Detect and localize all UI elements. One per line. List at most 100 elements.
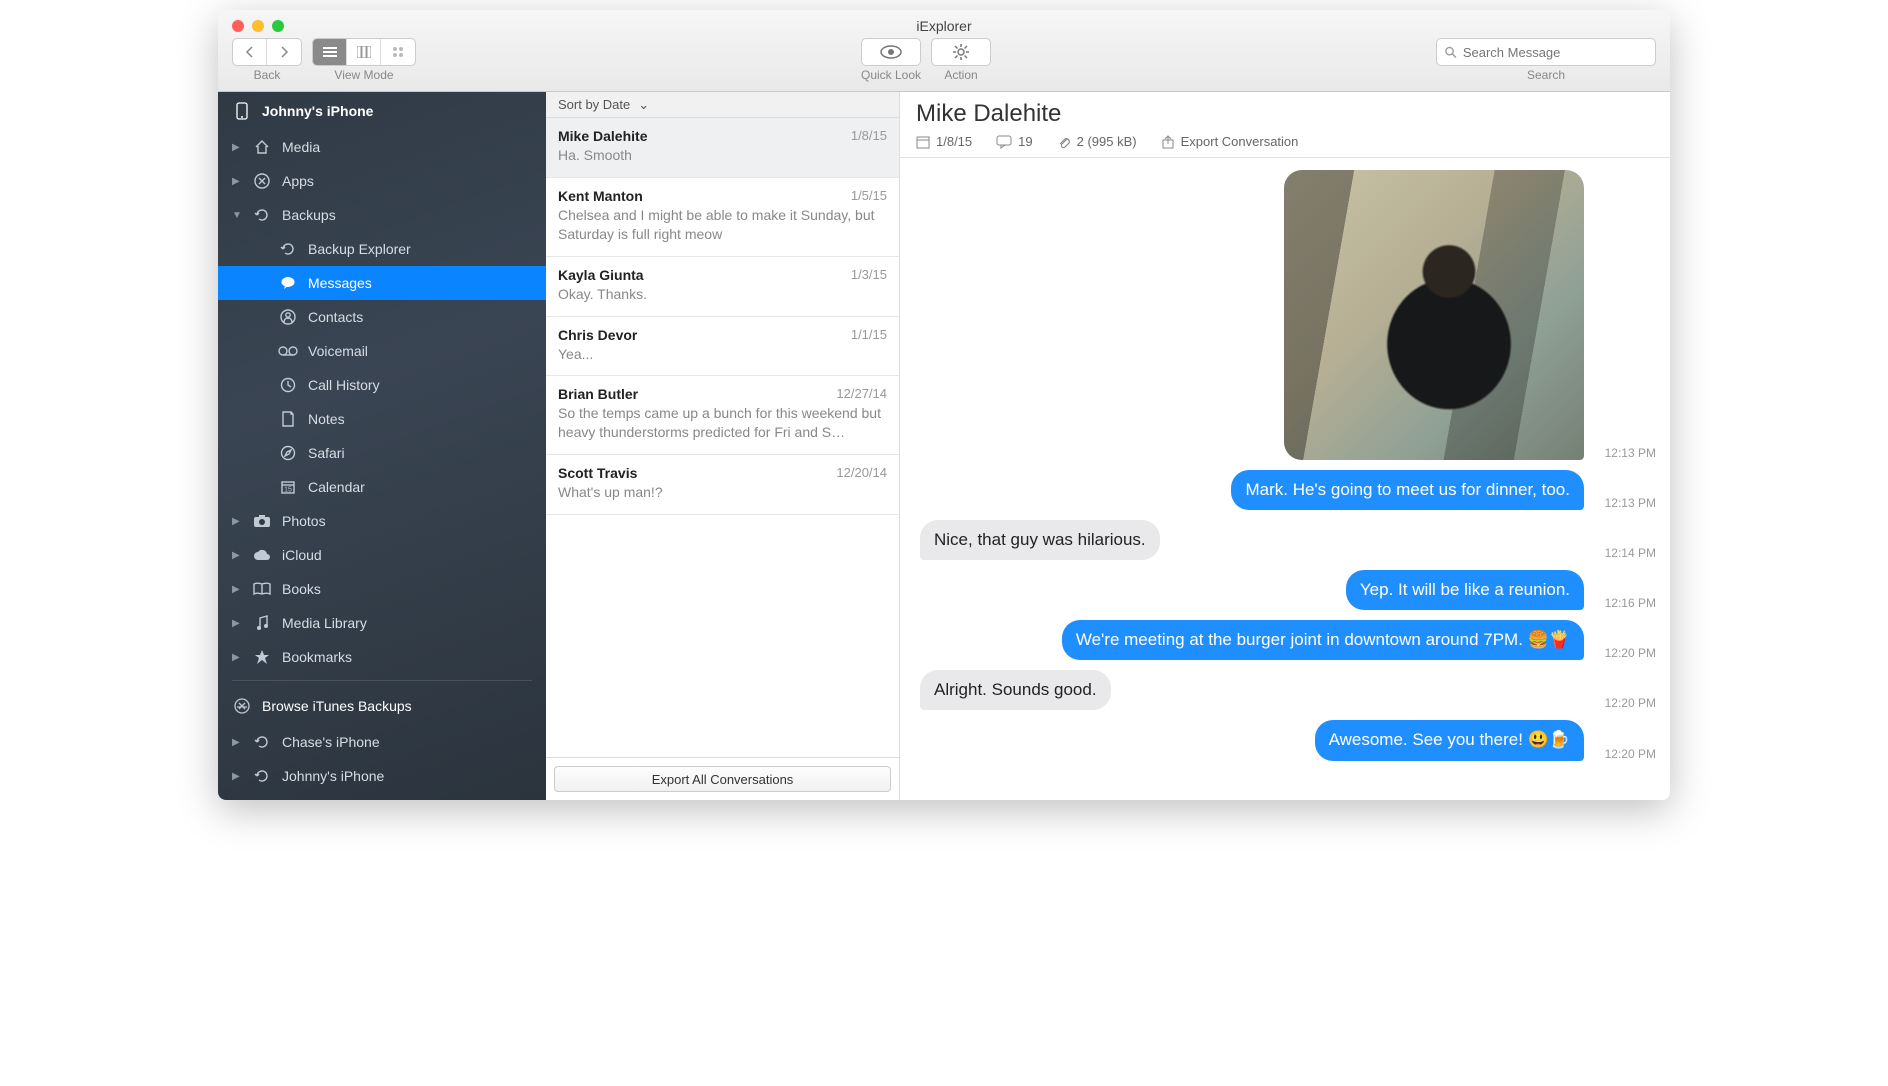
sidebar-item-calendar[interactable]: 15 Calendar (218, 470, 546, 504)
sidebar-item-backups[interactable]: ▼Backups (218, 198, 546, 232)
browse-backups-header: Browse iTunes Backups (218, 687, 546, 725)
sort-header[interactable]: Sort by Date ⌄ (546, 92, 899, 118)
cloud-icon (252, 549, 272, 561)
search-input[interactable] (1463, 45, 1647, 60)
message-list[interactable]: 12:13 PMMark. He's going to meet us for … (900, 158, 1670, 800)
quick-look-button[interactable] (861, 38, 921, 66)
sidebar-item-label: Safari (308, 445, 345, 461)
sidebar-item-safari[interactable]: Safari (218, 436, 546, 470)
export-all-button[interactable]: Export All Conversations (554, 766, 891, 792)
conversation-date: 12/20/14 (836, 465, 887, 481)
sidebar-item-media-library[interactable]: ▶Media Library (218, 606, 546, 640)
sidebar-item-label: Voicemail (308, 343, 368, 359)
backup-label: Chase's iPhone (282, 734, 380, 750)
disclosure-icon: ▶ (232, 516, 242, 527)
zoom-icon[interactable] (272, 20, 284, 32)
chat-title: Mike Dalehite (916, 100, 1654, 128)
home-icon (252, 139, 272, 155)
message-icon (996, 135, 1012, 149)
conversation-item[interactable]: Brian Butler12/27/14So the temps came up… (546, 376, 899, 455)
view-grid-button[interactable] (381, 39, 415, 65)
forward-button[interactable] (267, 39, 301, 65)
message-row: Awesome. See you there! 😃🍺12:20 PM (920, 720, 1656, 760)
message-bubble: Awesome. See you there! 😃🍺 (1315, 720, 1584, 760)
view-list-button[interactable] (313, 39, 347, 65)
svg-text:15: 15 (284, 487, 292, 494)
close-icon[interactable] (232, 20, 244, 32)
conversation-preview: Okay. Thanks. (558, 285, 887, 304)
sidebar-item-icloud[interactable]: ▶iCloud (218, 538, 546, 572)
search-field[interactable] (1436, 38, 1656, 66)
conversation-item[interactable]: Kent Manton 1/5/15 Chelsea and I might be … (546, 178, 899, 257)
action-button[interactable] (931, 38, 991, 66)
export-icon (1161, 135, 1175, 149)
conversation-item[interactable]: Chris Devor1/1/15Yea... (546, 317, 899, 377)
sidebar-device[interactable]: Johnny's iPhone (218, 92, 546, 130)
conversation-date: 1/5/15 (851, 188, 887, 204)
backup-item[interactable]: ▶Chase's iPhone (218, 725, 546, 759)
conversation-item[interactable]: Kayla Giunta1/3/15Okay. Thanks. (546, 257, 899, 317)
message-bubble: Nice, that guy was hilarious. (920, 520, 1160, 560)
conversation-item[interactable]: Mike Dalehite1/8/15Ha. Smooth (546, 118, 899, 178)
sidebar-item-apps[interactable]: ▶Apps (218, 164, 546, 198)
calendar-icon: 15 (278, 479, 298, 495)
camera-icon (252, 514, 272, 528)
sidebar-item-label: Calendar (308, 479, 365, 495)
sidebar-item-label: Books (282, 581, 321, 597)
conversation-preview: Chelsea and I might be able to make it S… (558, 206, 887, 244)
search-label: Search (1527, 68, 1565, 82)
appstore-icon (232, 698, 252, 714)
backup-label: Johnny's iPhone (282, 768, 384, 784)
sidebar-item-notes[interactable]: Notes (218, 402, 546, 436)
chevron-down-icon: ⌄ (638, 97, 649, 113)
note-icon (278, 411, 298, 427)
sidebar-item-messages[interactable]: Messages (218, 266, 546, 300)
message-row: Nice, that guy was hilarious. 12:14 PM (920, 520, 1656, 560)
sidebar: Johnny's iPhone ▶Media▶Apps▼BackupsBacku… (218, 92, 546, 800)
sidebar-item-bookmarks[interactable]: ▶Bookmarks (218, 640, 546, 674)
search-icon (1445, 46, 1457, 59)
backup-item[interactable]: ▶Johnny's iPhone (218, 759, 546, 793)
minimize-icon[interactable] (252, 20, 264, 32)
sidebar-item-label: Media (282, 139, 320, 155)
sidebar-item-label: Backup Explorer (308, 241, 411, 257)
conversation-list: Sort by Date ⌄ Mike Dalehite1/8/15Ha. Sm… (546, 92, 900, 800)
star-icon (252, 649, 272, 665)
conversation-name: Kent Manton (558, 188, 643, 204)
view-columns-button[interactable] (347, 39, 381, 65)
phone-icon (232, 102, 252, 120)
music-icon (252, 615, 272, 631)
chat-attachments: 2 (995 kB) (1057, 134, 1137, 149)
compass-icon (278, 445, 298, 461)
message-row: Alright. Sounds good.12:20 PM (920, 670, 1656, 710)
conversation-item[interactable]: Scott Travis12/20/14What's up man!? (546, 455, 899, 515)
conversation-date: 1/1/15 (851, 327, 887, 343)
sidebar-item-label: Notes (308, 411, 345, 427)
sidebar-item-call-history[interactable]: Call History (218, 368, 546, 402)
clock-icon (278, 377, 298, 393)
window-controls (232, 20, 284, 32)
disclosure-icon: ▶ (232, 584, 242, 595)
export-conversation-button[interactable]: Export Conversation (1161, 134, 1299, 149)
conversation-name: Brian Butler (558, 386, 638, 402)
disclosure-icon: ▶ (232, 550, 242, 561)
message-time: 12:14 PM (1592, 546, 1656, 560)
conversation-preview: Yea... (558, 345, 887, 364)
sidebar-item-label: Call History (308, 377, 380, 393)
nav-buttons (232, 38, 302, 66)
sidebar-item-contacts[interactable]: Contacts (218, 300, 546, 334)
sidebar-item-books[interactable]: ▶ Books (218, 572, 546, 606)
sidebar-item-backup-explorer[interactable]: Backup Explorer (218, 232, 546, 266)
restore-icon (278, 241, 298, 257)
sidebar-item-voicemail[interactable]: Voicemail (218, 334, 546, 368)
sidebar-item-label: Messages (308, 275, 372, 291)
back-button[interactable] (233, 39, 267, 65)
restore-icon (252, 207, 272, 223)
sidebar-item-media[interactable]: ▶Media (218, 130, 546, 164)
view-mode-buttons (312, 38, 416, 66)
message-image[interactable] (1284, 170, 1584, 460)
sidebar-item-photos[interactable]: ▶Photos (218, 504, 546, 538)
message-row: 12:13 PM (920, 170, 1656, 460)
message-bubble: Yep. It will be like a reunion. (1346, 570, 1584, 610)
message-time: 12:13 PM (1592, 446, 1656, 460)
